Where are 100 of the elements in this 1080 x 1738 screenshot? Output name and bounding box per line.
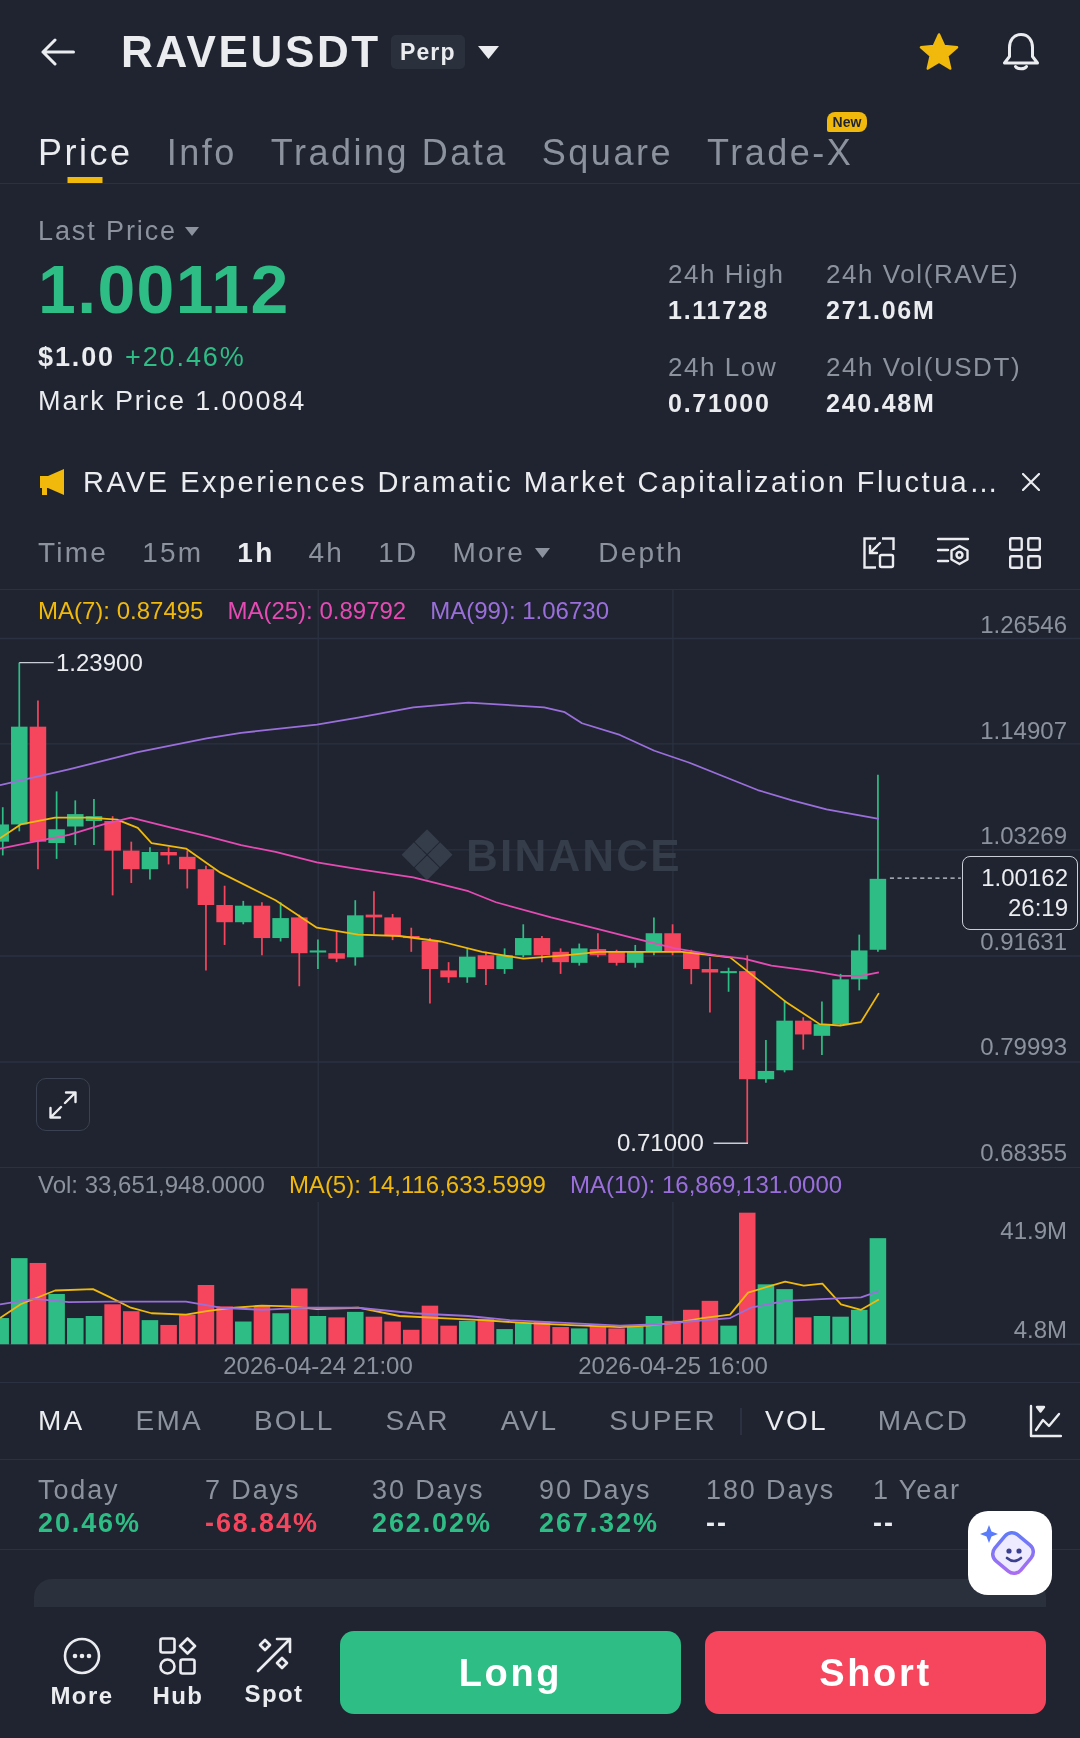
volume-bar [67, 1318, 84, 1345]
bell-icon[interactable] [1002, 32, 1040, 72]
ellipsis-circle-icon [63, 1637, 101, 1675]
tab[interactable]: Price [38, 104, 133, 183]
volume-bar [328, 1317, 345, 1345]
indicator-tab[interactable]: SUPER [609, 1404, 717, 1438]
stat-value: 271.06M [826, 295, 936, 326]
indicator-tab[interactable]: SAR [385, 1404, 450, 1438]
dropdown-caret-icon[interactable] [477, 45, 499, 59]
stat-label: 24h Vol(USDT) [826, 351, 1022, 383]
interval-tab[interactable]: Depth [598, 535, 685, 570]
period-label: 180 Days [706, 1475, 836, 1505]
high-price-label: 1.23900 [56, 651, 143, 675]
period-label: 1 Year [873, 1475, 961, 1505]
candle [533, 935, 551, 963]
window-arrow-icon[interactable] [863, 536, 895, 569]
period-label: 30 Days [372, 1475, 485, 1505]
interval-tab[interactable]: Time [38, 535, 109, 570]
nav-item[interactable]: More [42, 1637, 122, 1711]
indicator-tab[interactable]: AVL [500, 1404, 559, 1438]
interval-tab[interactable]: 1h [237, 535, 275, 570]
contract-badge: Perp [390, 35, 465, 69]
stat-value: 240.48M [826, 388, 936, 419]
tab[interactable]: Trading Data [270, 104, 508, 183]
volume-bar [160, 1324, 177, 1345]
volume-bar [384, 1321, 401, 1345]
candle [328, 930, 345, 963]
volume-bar [552, 1327, 569, 1345]
volume-bar [141, 1320, 159, 1345]
volume-bar [104, 1304, 121, 1345]
low-price-label: 0.71000 [617, 1131, 704, 1155]
expand-icon [49, 1090, 77, 1119]
interval-tab[interactable]: 1D [378, 535, 419, 570]
assistant-button[interactable] [968, 1511, 1052, 1595]
indicator-tab[interactable]: BOLL [253, 1404, 335, 1438]
candle [0, 806, 9, 857]
volume-bar [832, 1316, 849, 1345]
interval-dropdown[interactable]: More [452, 535, 551, 570]
indicator-legend: MA(7): 0.87495 [38, 599, 204, 623]
last-price-label[interactable]: Last Price [38, 216, 177, 246]
tab[interactable]: Square [541, 104, 673, 183]
indicator-legend: MA(25): 0.89792 [227, 599, 407, 623]
interval-tab[interactable]: 15m [142, 535, 204, 570]
volume-bar [123, 1311, 140, 1345]
back-arrow-icon[interactable] [41, 38, 75, 66]
countdown-label: 26:19 [1007, 893, 1068, 923]
volume-bar [813, 1316, 831, 1345]
pair-title: RAVEUSDT [121, 27, 381, 77]
period-label: 7 Days [205, 1475, 301, 1505]
time-axis-label: 2026-04-24 21:00 [222, 1354, 414, 1378]
price-axis-label: 0.91631 [980, 929, 1067, 954]
stat-label: 24h High [668, 258, 785, 290]
current-price-label: 1.00162 [981, 863, 1068, 893]
candle [589, 932, 607, 959]
volume-bar [459, 1320, 476, 1345]
candle [515, 923, 532, 959]
interval-tab[interactable]: 4h [308, 535, 345, 570]
indicator-tab[interactable]: MACD [877, 1404, 970, 1438]
star-icon[interactable] [919, 33, 959, 71]
volume-bar [85, 1316, 103, 1345]
tab[interactable]: Info [166, 104, 237, 183]
nav-item[interactable]: Hub [138, 1637, 218, 1711]
volume-bar [571, 1328, 588, 1345]
volume-bar [683, 1309, 700, 1345]
indicator-tab[interactable]: EMA [135, 1404, 203, 1438]
grid-icon[interactable] [1009, 536, 1041, 569]
arrow-diamonds-icon [256, 1637, 292, 1673]
volume-bar [608, 1328, 625, 1345]
volume-bar [776, 1289, 793, 1345]
volume-axis-label: 4.8M [1013, 1318, 1067, 1342]
period-label: 90 Days [539, 1475, 652, 1505]
time-axis-label: 2026-04-25 16:00 [577, 1354, 769, 1378]
period-change: -- [706, 1508, 728, 1538]
period-change: 262.02% [372, 1508, 492, 1538]
close-icon[interactable] [1022, 473, 1040, 491]
candle [67, 799, 84, 846]
candle [832, 973, 849, 1028]
candle [459, 947, 476, 984]
short-button[interactable]: Short [705, 1631, 1046, 1714]
period-change: -- [873, 1508, 895, 1538]
volume-bar [272, 1313, 289, 1345]
volume-bar [795, 1317, 812, 1345]
fullscreen-button[interactable] [36, 1078, 90, 1131]
high-leader-line [18, 661, 55, 664]
price-change: +20.46% [125, 342, 246, 372]
price-axis-label: 0.79993 [980, 1035, 1067, 1060]
nav-item[interactable]: Spot [234, 1637, 314, 1709]
indicator-legend: MA(5): 14,116,633.5999 [288, 1173, 546, 1197]
megaphone-icon [40, 469, 67, 495]
indicator-tab[interactable]: VOL [765, 1404, 828, 1438]
period-change: 20.46% [38, 1508, 141, 1538]
stat-label: 24h Low [668, 351, 778, 383]
last-price: 1.00112 [38, 255, 290, 323]
candle [552, 947, 569, 975]
indicator-legend: MA(99): 1.06730 [430, 599, 609, 623]
indicator-tab[interactable]: MA [38, 1404, 85, 1438]
candle [608, 948, 625, 967]
news-headline[interactable]: RAVE Experiences Dramatic Market Capitalization Fluctua… [83, 465, 1001, 499]
low-leader-line [712, 1142, 749, 1144]
line-chart-icon[interactable] [1029, 1404, 1062, 1438]
